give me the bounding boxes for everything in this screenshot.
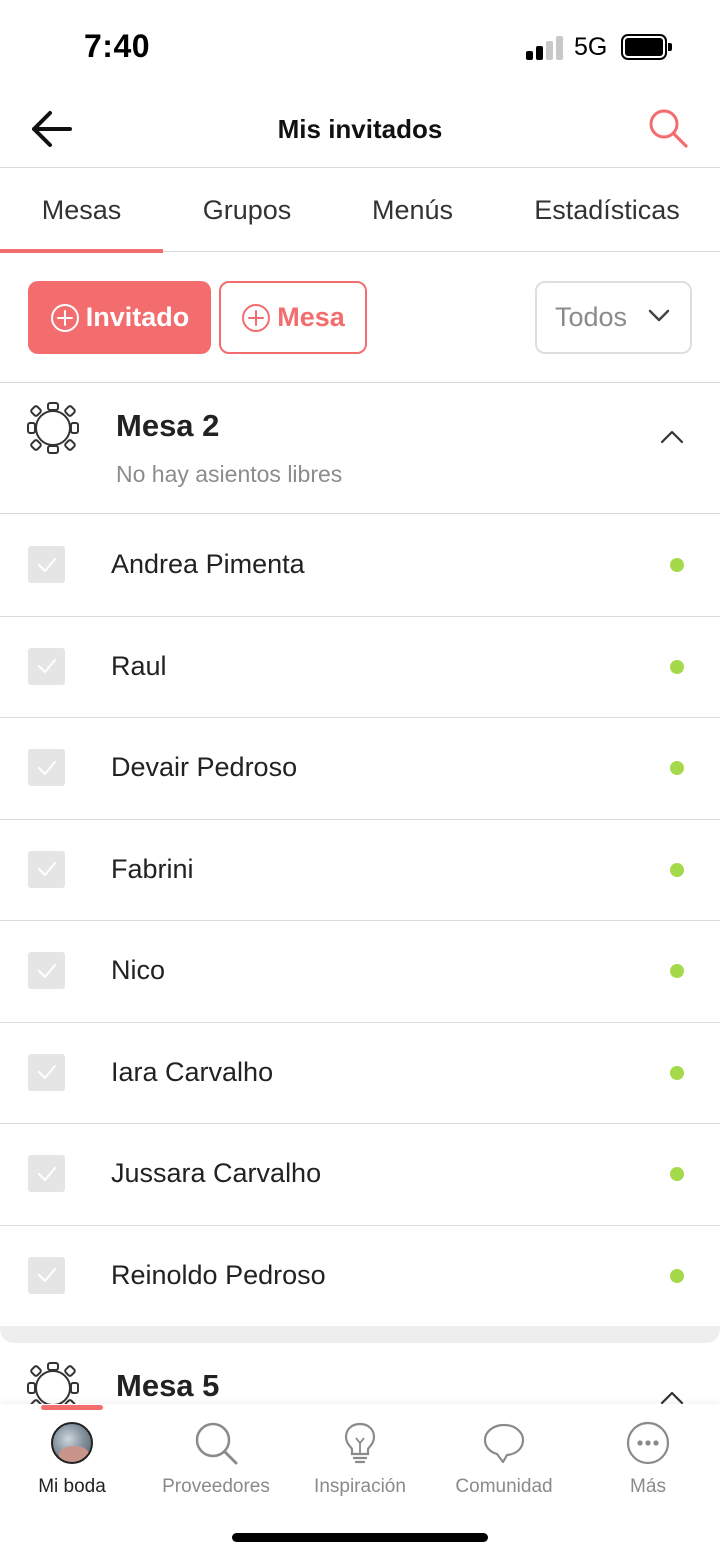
actions-bar: Invitado Mesa Todos — [0, 252, 720, 383]
page-title: Mis invitados — [277, 114, 443, 144]
guest-name: Andrea Pimenta — [111, 549, 305, 579]
search-icon — [195, 1422, 238, 1465]
confirmed-status-dot — [670, 1167, 684, 1181]
signal-icon — [526, 36, 564, 60]
check-icon — [37, 1065, 56, 1079]
guest-row[interactable]: Jussara Carvalho — [0, 1124, 720, 1226]
add-table-label: Mesa — [277, 302, 345, 332]
tab-grupos[interactable]: Grupos — [163, 169, 331, 252]
guest-row[interactable]: Raul — [0, 617, 720, 718]
battery-icon — [621, 34, 672, 60]
guest-name: Devair Pedroso — [111, 752, 298, 782]
app-header: Mis invitados — [0, 96, 720, 168]
guest-name: Nico — [111, 955, 166, 985]
check-icon — [37, 557, 56, 572]
nav-label: Inspiración — [314, 1476, 406, 1497]
tab-bar: Mesas Grupos Menús Estadísticas — [0, 169, 720, 253]
tab-estadisticas[interactable]: Estadísticas — [494, 169, 720, 252]
guest-row[interactable]: Iara Carvalho — [0, 1023, 720, 1124]
add-table-button[interactable]: Mesa — [219, 281, 367, 354]
confirmed-status-dot — [670, 862, 684, 877]
table-name: Mesa 5 — [116, 1368, 220, 1403]
guest-row[interactable]: Reinoldo Pedroso — [0, 1226, 720, 1328]
chevron-up-icon[interactable] — [660, 1391, 684, 1405]
guest-list: Andrea Pimenta Raul Devair Pedroso Fabri… — [0, 515, 720, 1327]
lightbulb-icon — [344, 1422, 376, 1464]
nav-proveedores[interactable]: Proveedores — [144, 1404, 288, 1504]
guest-checkbox[interactable] — [28, 749, 65, 786]
table-seats-status: No hay asientos libres — [116, 461, 343, 487]
confirmed-status-dot — [670, 659, 684, 674]
status-bar: 7:40 5G — [0, 0, 720, 96]
table-header-mesa-5[interactable]: Mesa 5 — [0, 1343, 720, 1405]
confirmed-status-dot — [670, 1065, 684, 1080]
plus-circle-icon — [50, 303, 79, 332]
guest-checkbox[interactable] — [28, 1053, 65, 1091]
guest-checkbox[interactable] — [28, 1155, 65, 1192]
add-guest-button[interactable]: Invitado — [28, 281, 211, 354]
nav-label: Más — [630, 1476, 666, 1497]
nav-label: Proveedores — [162, 1476, 270, 1497]
guest-name: Iara Carvalho — [111, 1056, 274, 1087]
bottom-nav: Mi boda Proveedores Inspiración Comunida… — [0, 1404, 720, 1557]
nav-label: Mi boda — [38, 1476, 106, 1497]
status-time: 7:40 — [84, 28, 151, 64]
guest-checkbox[interactable] — [28, 647, 65, 685]
confirmed-status-dot — [670, 761, 684, 775]
guest-row[interactable]: Devair Pedroso — [0, 718, 720, 820]
chevron-down-icon — [648, 309, 670, 322]
guest-row[interactable]: Nico — [0, 921, 720, 1023]
guest-row[interactable]: Fabrini — [0, 820, 720, 921]
table-name: Mesa 2 — [116, 408, 220, 443]
add-guest-label: Invitado — [85, 302, 190, 332]
filter-value: Todos — [555, 302, 628, 332]
guest-name: Jussara Carvalho — [111, 1158, 322, 1188]
check-icon — [37, 760, 56, 775]
round-table-icon — [27, 1362, 79, 1405]
guest-checkbox[interactable] — [28, 1256, 65, 1294]
confirmed-status-dot — [670, 558, 684, 572]
check-icon — [37, 659, 56, 673]
check-icon — [37, 862, 56, 876]
search-icon — [649, 109, 688, 148]
guest-row[interactable]: Andrea Pimenta — [0, 515, 720, 617]
plus-circle-icon — [242, 303, 271, 332]
chevron-up-icon[interactable] — [660, 430, 684, 444]
table-header-mesa-2[interactable]: Mesa 2 No hay asientos libres — [0, 384, 720, 514]
check-icon — [37, 1268, 56, 1282]
section-divider — [0, 1326, 720, 1343]
check-icon — [37, 1166, 56, 1181]
guest-checkbox[interactable] — [28, 952, 65, 989]
guest-name: Reinoldo Pedroso — [111, 1259, 326, 1290]
guest-checkbox[interactable] — [28, 546, 65, 583]
search-button[interactable] — [646, 106, 690, 150]
filter-select[interactable]: Todos — [535, 281, 692, 354]
guest-checkbox[interactable] — [28, 850, 65, 888]
confirmed-status-dot — [670, 1268, 684, 1283]
avatar — [51, 1422, 93, 1464]
nav-mi-boda[interactable]: Mi boda — [0, 1404, 144, 1504]
tab-menus[interactable]: Menús — [331, 169, 494, 252]
nav-inspiracion[interactable]: Inspiración — [288, 1404, 432, 1504]
confirmed-status-dot — [670, 964, 684, 978]
guest-name: Raul — [111, 650, 167, 681]
round-table-icon — [27, 402, 79, 454]
nav-comunidad[interactable]: Comunidad — [432, 1404, 576, 1504]
nav-mas[interactable]: Más — [576, 1404, 720, 1504]
more-icon — [626, 1421, 670, 1465]
tab-mesas[interactable]: Mesas — [0, 169, 163, 253]
network-label: 5G — [574, 33, 608, 61]
check-icon — [37, 963, 56, 978]
chat-bubble-icon — [483, 1423, 525, 1464]
guest-name: Fabrini — [111, 853, 194, 884]
home-indicator — [232, 1533, 488, 1542]
nav-label: Comunidad — [455, 1476, 553, 1497]
